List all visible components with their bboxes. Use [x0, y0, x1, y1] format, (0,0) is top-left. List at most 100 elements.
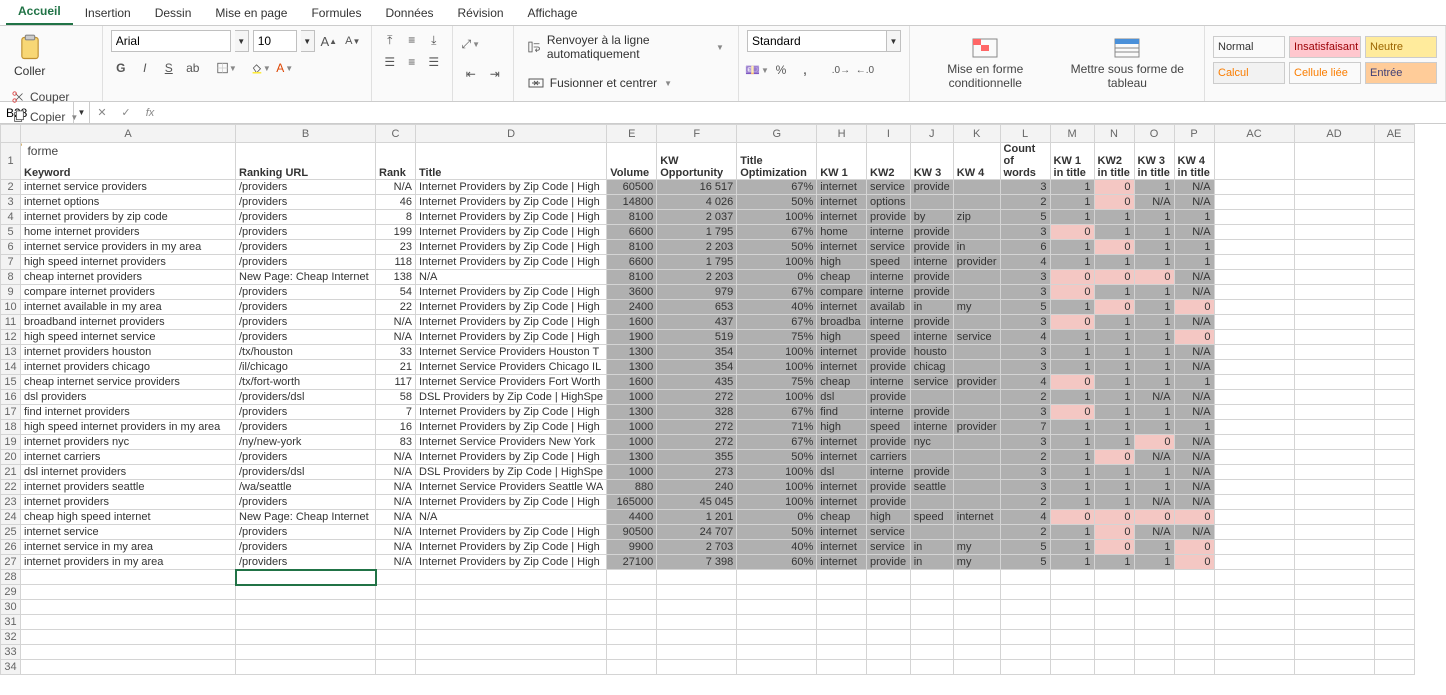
- row-header-32[interactable]: 32: [1, 630, 21, 645]
- cell[interactable]: high: [817, 255, 867, 270]
- cell[interactable]: provide: [867, 480, 911, 495]
- cell[interactable]: provide: [867, 495, 911, 510]
- cell[interactable]: 40%: [737, 540, 817, 555]
- cell[interactable]: dsl: [817, 465, 867, 480]
- cell[interactable]: provide: [867, 390, 911, 405]
- cell[interactable]: in: [910, 540, 953, 555]
- tab-formules[interactable]: Formules: [299, 1, 373, 25]
- cell[interactable]: [1214, 540, 1294, 555]
- cell[interactable]: 1 795: [657, 255, 737, 270]
- cell[interactable]: 1: [1134, 465, 1174, 480]
- cell[interactable]: N/A: [376, 330, 416, 345]
- cell[interactable]: [1000, 585, 1050, 600]
- cell[interactable]: 1: [1094, 285, 1134, 300]
- cell[interactable]: [867, 630, 911, 645]
- cell[interactable]: 90500: [607, 525, 657, 540]
- cell[interactable]: 1: [1050, 450, 1094, 465]
- cell[interactable]: [1000, 645, 1050, 660]
- cell[interactable]: 1: [1050, 525, 1094, 540]
- col-header-AD[interactable]: AD: [1294, 125, 1374, 143]
- cell[interactable]: 1: [1050, 345, 1094, 360]
- col-header-AC[interactable]: AC: [1214, 125, 1294, 143]
- cell[interactable]: [1214, 240, 1294, 255]
- cell[interactable]: compare internet providers: [21, 285, 236, 300]
- cell[interactable]: home internet providers: [21, 225, 236, 240]
- cell[interactable]: [1374, 420, 1414, 435]
- font-size-select[interactable]: [253, 30, 297, 52]
- col-header-N[interactable]: N: [1094, 125, 1134, 143]
- cell[interactable]: high speed internet providers in my area: [21, 420, 236, 435]
- cell[interactable]: internet providers chicago: [21, 360, 236, 375]
- cell[interactable]: /providers: [236, 555, 376, 570]
- cell[interactable]: [1294, 345, 1374, 360]
- cell[interactable]: N/A: [416, 510, 607, 525]
- cell[interactable]: N/A: [1174, 270, 1214, 285]
- row-header-18[interactable]: 18: [1, 420, 21, 435]
- cell[interactable]: 0: [1050, 285, 1094, 300]
- fill-color-button[interactable]: ▼: [251, 58, 271, 78]
- row-header-22[interactable]: 22: [1, 480, 21, 495]
- cell[interactable]: [1294, 615, 1374, 630]
- cell[interactable]: 0: [1050, 375, 1094, 390]
- cell[interactable]: speed: [867, 330, 911, 345]
- cell[interactable]: [737, 660, 817, 675]
- cell[interactable]: provide: [867, 345, 911, 360]
- cell[interactable]: [1374, 285, 1414, 300]
- cell[interactable]: [1374, 615, 1414, 630]
- cell[interactable]: cheap: [817, 270, 867, 285]
- cell[interactable]: internet: [817, 195, 867, 210]
- cell[interactable]: internet: [817, 210, 867, 225]
- cell[interactable]: [817, 600, 867, 615]
- cell[interactable]: [1094, 645, 1134, 660]
- cell[interactable]: dsl: [817, 390, 867, 405]
- cell[interactable]: [1094, 585, 1134, 600]
- cell[interactable]: [1050, 645, 1094, 660]
- col-header-G[interactable]: G: [737, 125, 817, 143]
- cell[interactable]: my: [953, 555, 1000, 570]
- cell[interactable]: [910, 585, 953, 600]
- col-header-A[interactable]: A: [21, 125, 236, 143]
- cell[interactable]: availab: [867, 300, 911, 315]
- cell[interactable]: [1374, 405, 1414, 420]
- cell[interactable]: N/A: [376, 315, 416, 330]
- cell[interactable]: broadba: [817, 315, 867, 330]
- cell[interactable]: speed: [910, 510, 953, 525]
- cell[interactable]: provider: [953, 375, 1000, 390]
- cell[interactable]: 0: [1174, 300, 1214, 315]
- cell[interactable]: internet providers houston: [21, 345, 236, 360]
- cell[interactable]: [1374, 480, 1414, 495]
- cell[interactable]: [953, 645, 1000, 660]
- cell[interactable]: [1294, 420, 1374, 435]
- cell[interactable]: 6600: [607, 255, 657, 270]
- cell[interactable]: 67%: [737, 225, 817, 240]
- cell[interactable]: [737, 570, 817, 585]
- cell[interactable]: [910, 195, 953, 210]
- cell[interactable]: 354: [657, 345, 737, 360]
- row-header-1[interactable]: 1: [1, 143, 21, 180]
- cell[interactable]: [953, 660, 1000, 675]
- cell[interactable]: [1094, 600, 1134, 615]
- cell[interactable]: [1214, 510, 1294, 525]
- cell[interactable]: 7 398: [657, 555, 737, 570]
- cell[interactable]: seattle: [910, 480, 953, 495]
- cell[interactable]: 71%: [737, 420, 817, 435]
- cell[interactable]: 100%: [737, 255, 817, 270]
- cell[interactable]: /providers: [236, 285, 376, 300]
- cell[interactable]: interne: [867, 315, 911, 330]
- cell[interactable]: /tx/houston: [236, 345, 376, 360]
- increase-font-button[interactable]: A▲: [319, 31, 339, 51]
- col-header-D[interactable]: D: [416, 125, 607, 143]
- cell[interactable]: [1214, 345, 1294, 360]
- cell[interactable]: 1: [1094, 225, 1134, 240]
- cell[interactable]: /tx/fort-worth: [236, 375, 376, 390]
- cell[interactable]: [1374, 210, 1414, 225]
- cell[interactable]: internet: [817, 525, 867, 540]
- cell[interactable]: [1134, 660, 1174, 675]
- cell[interactable]: N/A: [1134, 195, 1174, 210]
- cell[interactable]: internet providers: [21, 495, 236, 510]
- cell[interactable]: [1050, 570, 1094, 585]
- font-name-select[interactable]: [111, 30, 231, 52]
- cell[interactable]: 0: [1094, 300, 1134, 315]
- cell[interactable]: 1: [1134, 255, 1174, 270]
- cell[interactable]: [1134, 600, 1174, 615]
